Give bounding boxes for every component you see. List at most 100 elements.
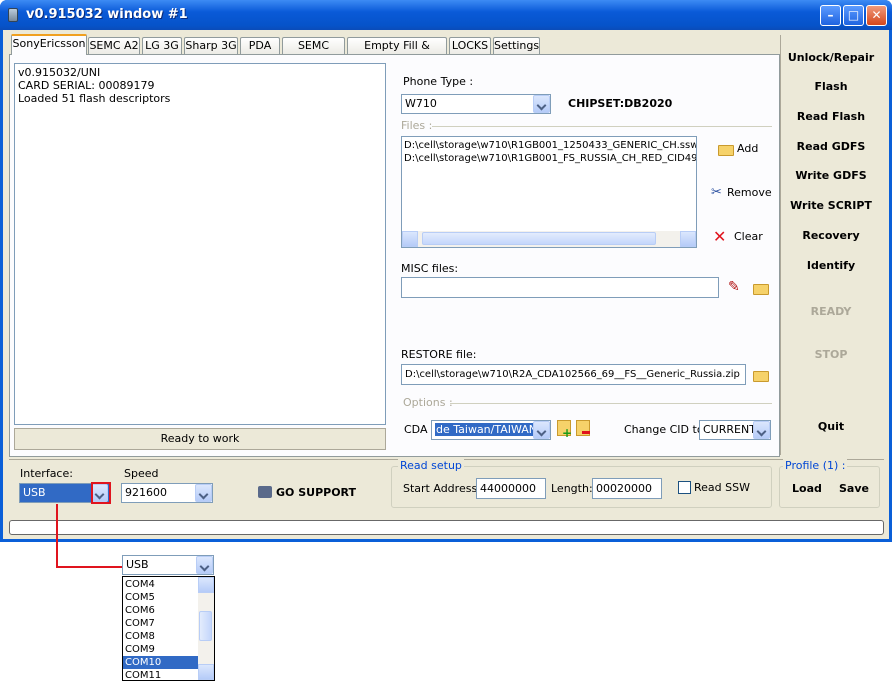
remove-button[interactable]: Remove [727,186,772,199]
app-icon [8,8,18,22]
tab-sharp-3g[interactable]: Sharp 3G [184,37,238,54]
list-item[interactable]: COM4 [123,578,201,591]
connector-line [56,504,58,568]
maximize-button[interactable]: □ [843,5,864,26]
file-item[interactable]: D:\cell\storage\w710\R1GB001_1250433_GEN… [402,137,696,152]
log-line: v0.915032/UNI [18,66,101,79]
save-button[interactable]: Save [839,482,869,495]
go-support-button[interactable]: GO SUPPORT [276,486,356,499]
list-item[interactable]: COM7 [123,617,201,630]
tab-semc-odm[interactable]: SEMC ODM [282,37,345,68]
change-cid-label: Change CID to [624,423,704,436]
flash-button[interactable]: Flash [783,80,879,93]
divider [780,35,781,455]
add-button[interactable]: Add [737,142,758,155]
list-item[interactable]: COM9 [123,643,201,656]
cid-select[interactable]: CURRENT [699,420,771,440]
title-bar[interactable]: v0.915032 window #1 – □ ✕ [0,0,892,30]
divider [432,126,772,127]
cda-label: CDA [404,423,428,436]
list-item-selected[interactable]: COM10 [123,656,199,669]
remove-cda-icon[interactable] [576,420,590,436]
tab-pda[interactable]: PDA [240,37,280,54]
list-item[interactable]: COM5 [123,591,201,604]
profile-label: Profile (1) : [783,459,848,472]
length-field[interactable]: 00020000 [592,478,662,499]
ready-button[interactable]: READY [783,305,879,318]
scroll-thumb[interactable] [199,611,212,641]
options-label: Options : [403,396,453,409]
phone-type-value: W710 [405,97,437,110]
identify-button[interactable]: Identify [783,259,879,272]
scroll-left-icon[interactable] [402,231,418,247]
minimize-button[interactable]: – [820,5,841,26]
log-line: Loaded 51 flash descriptors [18,92,171,105]
chevron-down-icon[interactable] [753,421,770,439]
recovery-button[interactable]: Recovery [783,229,879,242]
support-icon[interactable] [258,486,272,498]
write-script-button[interactable]: Write SCRIPT [783,199,879,212]
scissors-icon[interactable]: ✂ [711,185,722,200]
speed-label: Speed [124,467,159,480]
chevron-down-icon[interactable] [195,484,212,502]
divider [450,403,772,404]
length-label: Length: [551,482,593,495]
folder-icon[interactable] [718,145,734,156]
unlock-repair-button[interactable]: Unlock/Repair [783,51,879,64]
read-setup-label: Read setup [398,459,464,472]
phone-type-select[interactable]: W710 [401,94,551,114]
speed-select[interactable]: 921600 [121,483,213,503]
load-button[interactable]: Load [792,482,822,495]
read-ssw-label: Read SSW [694,481,750,494]
tab-semc-a2[interactable]: SEMC A2 [88,37,140,54]
cid-value: CURRENT [703,423,756,436]
quit-button[interactable]: Quit [783,420,879,433]
add-cda-icon[interactable]: + [557,420,572,439]
read-ssw-checkbox[interactable] [678,481,691,494]
progress-bar [9,520,884,535]
list-item[interactable]: COM11 [123,669,201,680]
files-list[interactable]: D:\cell\storage\w710\R1GB001_1250433_GEN… [401,136,697,248]
clear-icon[interactable]: ✕ [713,227,726,246]
chevron-down-icon[interactable] [533,421,550,439]
tab-sonyericsson[interactable]: SonyEricsson [11,34,87,55]
read-gdfs-button[interactable]: Read GDFS [783,140,879,153]
port-dropdown-list[interactable]: COM4 COM5 COM6 COM7 COM8 COM9 COM10 COM1… [122,576,215,681]
list-item[interactable]: COM6 [123,604,201,617]
tab-settings[interactable]: Settings [493,37,540,54]
pencil-icon[interactable]: ✎ [728,279,740,295]
restore-file-label: RESTORE file: [401,348,477,361]
read-flash-button[interactable]: Read Flash [783,110,879,123]
window-title: v0.915032 window #1 [26,7,188,22]
log-output[interactable]: v0.915032/UNI CARD SERIAL: 00089179 Load… [14,63,386,425]
misc-files-label: MISC files: [401,262,459,275]
scroll-up-icon[interactable] [198,577,214,593]
file-item[interactable]: D:\cell\storage\w710\R1GB001_FS_RUSSIA_C… [402,152,696,165]
start-address-field[interactable]: 44000000 [476,478,546,499]
horizontal-scrollbar[interactable] [402,231,696,247]
folder-icon[interactable] [753,284,769,295]
write-gdfs-button[interactable]: Write GDFS [783,169,879,182]
folder-icon[interactable] [753,371,769,382]
cda-select[interactable]: de Taiwan/TAIWAN [431,420,551,440]
port-select-value: USB [126,558,149,571]
tab-empty-fill-repair[interactable]: Empty Fill & Repair [347,37,447,68]
chevron-down-icon[interactable] [533,95,550,113]
interface-value: USB [23,486,46,499]
tab-locks[interactable]: LOCKS [449,37,491,54]
restore-file-field[interactable]: D:\cell\storage\w710\R2A_CDA102566_69__F… [401,364,746,385]
port-select[interactable]: USB [122,555,214,575]
misc-files-field[interactable] [401,277,719,298]
tab-lg-3g[interactable]: LG 3G [142,37,182,54]
chipset-label: CHIPSET:DB2020 [568,97,673,110]
list-item[interactable]: COM8 [123,630,201,643]
vertical-scrollbar[interactable] [198,577,214,680]
scroll-right-icon[interactable] [680,231,696,247]
clear-button[interactable]: Clear [734,230,763,243]
scroll-thumb[interactable] [422,232,656,245]
scroll-down-icon[interactable] [198,664,214,680]
stop-button[interactable]: STOP [783,348,879,361]
phone-type-label: Phone Type : [403,75,474,88]
close-button[interactable]: ✕ [866,5,887,26]
chevron-down-icon[interactable] [196,556,213,574]
